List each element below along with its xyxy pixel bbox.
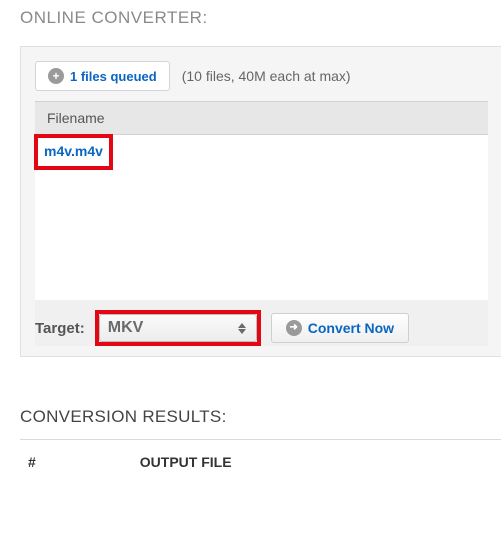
filename-highlight: m4v.m4v (34, 134, 113, 170)
target-highlight: MKV (95, 310, 261, 346)
select-caret-icon (236, 323, 248, 334)
table-row: m4v.m4v (35, 135, 488, 170)
files-queued-label: 1 files queued (70, 69, 157, 84)
target-select[interactable]: MKV (99, 314, 257, 342)
converter-title: ONLINE CONVERTER: (20, 8, 501, 28)
arrow-right-icon: ➜ (286, 320, 302, 336)
results-col-index: # (28, 454, 36, 470)
results-header: # OUTPUT FILE (20, 454, 501, 470)
results-section: CONVERSION RESULTS: # OUTPUT FILE (20, 407, 501, 470)
target-value: MKV (108, 319, 236, 337)
file-table: Filename m4v.m4v (35, 101, 488, 300)
file-link[interactable]: m4v.m4v (44, 143, 103, 159)
files-queued-button[interactable]: + 1 files queued (35, 61, 170, 91)
convert-now-label: Convert Now (308, 320, 394, 336)
results-col-output: OUTPUT FILE (140, 454, 232, 470)
file-header-filename: Filename (35, 101, 488, 135)
convert-now-button[interactable]: ➜ Convert Now (271, 313, 409, 343)
file-body: m4v.m4v (35, 135, 488, 300)
queue-note: (10 files, 40M each at max) (182, 68, 351, 84)
converter-panel: + 1 files queued (10 files, 40M each at … (20, 46, 501, 357)
results-divider (20, 439, 501, 440)
results-title: CONVERSION RESULTS: (20, 407, 501, 427)
queue-row: + 1 files queued (10 files, 40M each at … (35, 61, 488, 91)
action-bar: Target: MKV ➜ Convert Now (35, 300, 488, 346)
target-label: Target: (35, 320, 85, 337)
plus-icon: + (48, 68, 64, 84)
